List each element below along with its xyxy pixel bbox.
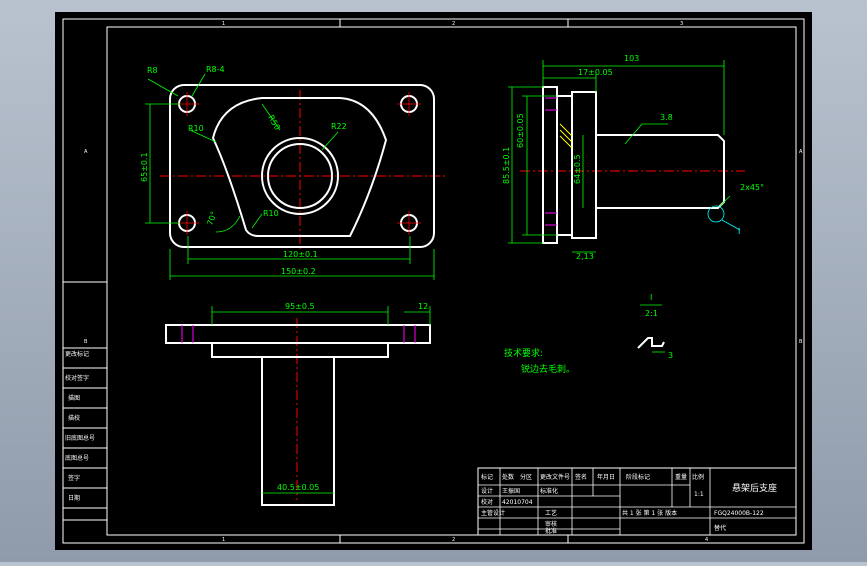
detail-scale: 2:1 xyxy=(645,309,658,318)
dim-40-5: 40.5±0.05 xyxy=(277,483,319,492)
tb-scale: 比例 xyxy=(692,473,704,481)
dim-r10-a: R10 xyxy=(188,124,204,133)
zone-col-1: 1 xyxy=(222,21,225,27)
tb-std: 标准化 xyxy=(540,487,558,495)
dim-95: 95±0.5 xyxy=(285,302,315,311)
tb-process: 工艺 xyxy=(545,509,557,517)
tb-sheet: 共 1 张 第 1 张 版本 xyxy=(622,509,677,517)
tb-scale-val: 1:1 xyxy=(694,491,704,498)
notes-line-1: 锐边去毛刺。 xyxy=(521,363,575,375)
tb-chief: 主管设计 xyxy=(481,509,505,517)
strip-label-5: 底图总号 xyxy=(65,454,89,462)
zone-col-2: 2 xyxy=(452,21,455,27)
notes-title: 技术要求: xyxy=(504,347,543,359)
detail-label: I xyxy=(650,293,652,302)
dim-r22: R22 xyxy=(331,122,347,131)
weld-size: 3.8 xyxy=(660,113,673,122)
detail-dim-3: 3 xyxy=(668,351,673,360)
tb-change: 更改文件号 xyxy=(540,473,570,481)
tb-drawing-no: FGQ24000B-122 xyxy=(714,510,764,517)
tb-designer: 王振国 xyxy=(502,487,520,495)
tb-date: 42010704 xyxy=(502,499,533,506)
dim-r8: R8 xyxy=(147,66,158,75)
zone-col-1-bottom: 1 xyxy=(222,537,225,543)
tb-zone: 分区 xyxy=(520,473,532,481)
dim-r8-4: R8-4 xyxy=(206,65,225,74)
tb-proof: 校对 xyxy=(481,498,493,506)
zone-col-2-bottom: 2 xyxy=(452,537,455,543)
zone-col-4-bottom: 4 xyxy=(705,537,708,543)
zone-row-a-right: A xyxy=(799,149,803,155)
dim-r10-b: R10 xyxy=(263,209,279,218)
dim-2-13: 2,13 xyxy=(576,252,594,261)
tb-weight: 重量 xyxy=(675,473,687,481)
tb-stage: 阶段标记 xyxy=(626,473,650,481)
dim-12: 12 xyxy=(418,302,428,311)
zone-col-3: 3 xyxy=(680,21,683,27)
strip-label-0: 更改标记 xyxy=(65,350,89,358)
strip-label-7: 日期 xyxy=(68,494,80,502)
dim-chamfer: 2x45° xyxy=(740,183,764,192)
strip-label-6: 签字 xyxy=(68,474,80,482)
strip-label-2: 描图 xyxy=(68,394,80,402)
zone-row-a: A xyxy=(84,149,88,155)
strip-label-4: 旧底图总号 xyxy=(65,434,95,442)
dim-17: 17±0.05 xyxy=(578,68,613,77)
tb-date-h: 年月日 xyxy=(597,473,615,481)
tb-title: 悬架后支座 xyxy=(732,482,777,494)
dim-60: 60±0.05 xyxy=(516,113,525,148)
dim-85-5: 85.5±0.1 xyxy=(502,147,511,184)
drawing-canvas: 1 2 3 1 2 4 A B A B 更改标记 校对签字 描图 描校 旧底图总… xyxy=(55,12,812,550)
strip-label-3: 描校 xyxy=(68,414,80,422)
tb-sign: 签名 xyxy=(575,473,587,481)
tb-replace: 替代 xyxy=(714,524,726,532)
dim-103: 103 xyxy=(624,54,639,63)
dim-65: 65±0.1 xyxy=(140,152,149,182)
dim-120: 120±0.1 xyxy=(283,250,318,259)
zone-row-b-right: B xyxy=(799,339,803,345)
zone-row-b: B xyxy=(84,339,88,345)
tb-mark: 标记 xyxy=(481,473,493,481)
cad-drawing-viewport: 1 2 3 1 2 4 A B A B 更改标记 校对签字 描图 描校 旧底图总… xyxy=(0,0,867,562)
tb-design: 设计 xyxy=(481,487,493,495)
detail-ref: I xyxy=(738,227,740,236)
tb-approve: 批准 xyxy=(545,527,557,535)
dim-64: 64±0.5 xyxy=(573,154,582,184)
tb-review: 审核 xyxy=(545,520,557,528)
dim-150: 150±0.2 xyxy=(281,267,316,276)
tb-count: 处数 xyxy=(502,473,514,481)
strip-label-1: 校对签字 xyxy=(65,374,89,382)
